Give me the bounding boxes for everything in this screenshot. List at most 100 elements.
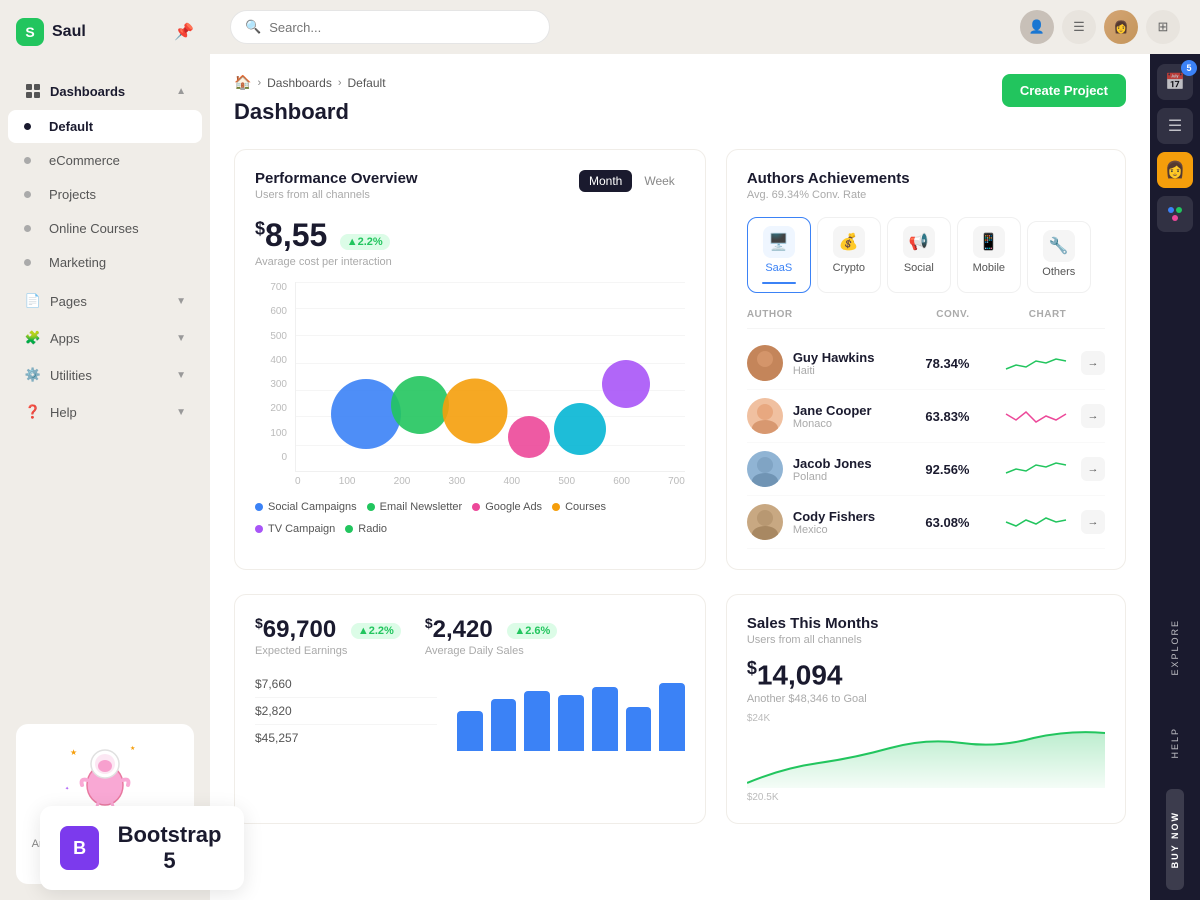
nav-dot (24, 259, 31, 266)
create-project-button[interactable]: Create Project (1002, 74, 1126, 107)
sidebar-item-help[interactable]: ❓ Help ▼ (8, 394, 202, 430)
default-label: Default (49, 119, 93, 134)
earnings-badge: ▲2.2% (351, 623, 401, 639)
topbar-actions: 👤 ☰ 👩 ⊞ (1020, 10, 1180, 44)
explore-side-btn[interactable]: Explore (1166, 597, 1184, 698)
tab-others[interactable]: 🔧 Others (1027, 221, 1091, 293)
topbar-settings-btn[interactable]: ⊞ (1146, 10, 1180, 44)
search-icon: 🔍 (245, 19, 261, 35)
help-side-btn[interactable]: Help (1166, 705, 1184, 781)
earnings-row-2: $2,820 (255, 698, 437, 725)
legend-dot-tv (255, 525, 263, 533)
author-info-jane: Jane Cooper Monaco (747, 398, 892, 434)
bar-6 (626, 707, 652, 751)
chart-jane (969, 404, 1066, 428)
earnings-card: $69,700 ▲2.2% Expected Earnings $2,420 ▲… (234, 594, 706, 824)
sidebar-item-ecommerce[interactable]: eCommerce (8, 144, 202, 177)
explore-label: Explore (1170, 607, 1180, 688)
bottom-row: $69,700 ▲2.2% Expected Earnings $2,420 ▲… (234, 594, 1126, 824)
sidebar-bottom: ★ ★ ✦ Welcome to Saul Anyone can connect… (0, 708, 210, 900)
bar-5 (592, 687, 618, 751)
dashboards-label: Dashboards (50, 84, 125, 99)
app-name: Saul (52, 23, 86, 41)
buynow-side-btn[interactable]: Buy now (1166, 789, 1184, 890)
sidebar-item-online-courses[interactable]: Online Courses (8, 212, 202, 245)
user-profile-btn[interactable]: 👩 (1157, 152, 1193, 188)
y-axis-labels: 700 600 500 400 300 200 100 0 (255, 282, 291, 463)
bubble-blue (331, 379, 401, 449)
x-label-600: 600 (613, 476, 630, 487)
pin-icon[interactable]: 📌 (174, 22, 194, 42)
help-label: Help (50, 405, 77, 420)
chart-guy (969, 351, 1066, 375)
sidebar-item-marketing[interactable]: Marketing (8, 246, 202, 279)
breadcrumb: 🏠 › Dashboards › Default (234, 74, 386, 91)
conv-guy: 78.34% (892, 356, 969, 371)
color-picker-btn[interactable] (1157, 196, 1193, 232)
calendar-wrapper[interactable]: 📅 5 (1157, 64, 1193, 100)
legend-label-google: Google Ads (485, 501, 542, 513)
x-label-100: 100 (339, 476, 356, 487)
social-icon-box: 📢 (903, 226, 935, 258)
week-button[interactable]: Week (634, 170, 684, 192)
tab-crypto[interactable]: 💰 Crypto (817, 217, 881, 293)
avatar-image: 👩 (1114, 20, 1129, 34)
content-area: 🏠 › Dashboards › Default Dashboard Creat… (210, 54, 1200, 900)
view-arrow-jacob[interactable]: → (1081, 457, 1105, 481)
astronaut-illustration: ★ ★ ✦ (60, 740, 150, 810)
avatar[interactable]: 👩 (1104, 10, 1138, 44)
view-arrow-jane[interactable]: → (1081, 404, 1105, 428)
tab-social[interactable]: 📢 Social (887, 217, 951, 293)
breadcrumb-sep: › (257, 77, 261, 89)
view-col-jacob: → (1066, 457, 1105, 481)
legend-label-tv: TV Campaign (268, 523, 335, 535)
sidebar-item-dashboards[interactable]: Dashboards ▲ (8, 73, 202, 109)
authors-tabs: 🖥️ SaaS 💰 Crypto 📢 Social (747, 217, 1105, 293)
home-icon[interactable]: 🏠 (234, 74, 251, 91)
search-input[interactable] (269, 20, 535, 35)
bubble-cyan (554, 403, 606, 455)
topbar-avatar-btn[interactable]: 👤 (1020, 10, 1054, 44)
avatar-jacob (747, 451, 783, 487)
crypto-icon-box: 💰 (833, 226, 865, 258)
sidebar-item-pages[interactable]: 📄 Pages ▼ (8, 283, 202, 319)
chart-jacob (969, 457, 1066, 481)
search-box[interactable]: 🔍 (230, 10, 550, 44)
sidebar-item-apps[interactable]: 🧩 Apps ▼ (8, 320, 202, 356)
pages-icon: 📄 (24, 292, 42, 310)
sidebar-item-utilities[interactable]: ⚙️ Utilities ▼ (8, 357, 202, 393)
view-col-guy: → (1066, 351, 1105, 375)
y-label-0: 0 (281, 452, 287, 463)
saas-icon-box: 🖥️ (763, 226, 795, 258)
breadcrumb-default[interactable]: Default (348, 76, 386, 90)
authors-subtitle: Avg. 69.34% Conv. Rate (747, 189, 910, 201)
apps-label: Apps (50, 331, 80, 346)
author-location-guy: Haiti (793, 365, 875, 377)
breadcrumb-dashboards[interactable]: Dashboards (267, 76, 332, 90)
logo-icon: S (16, 18, 44, 46)
legend-courses: Courses (552, 501, 606, 513)
tab-mobile[interactable]: 📱 Mobile (957, 217, 1021, 293)
view-arrow-guy[interactable]: → (1081, 351, 1105, 375)
y-label-400: 400 (270, 355, 287, 366)
dashboards-icon (24, 82, 42, 100)
topbar-menu-btn[interactable]: ☰ (1062, 10, 1096, 44)
page-title: Dashboard (234, 99, 386, 125)
menu-icon-btn[interactable]: ☰ (1157, 108, 1193, 144)
sidebar-item-default[interactable]: Default (8, 110, 202, 143)
month-button[interactable]: Month (579, 170, 632, 192)
sales-y-labels: $24K (747, 713, 1105, 724)
bubble-yellow (442, 378, 507, 443)
y-label-500: 500 (270, 331, 287, 342)
stat-label: Avarage cost per interaction (255, 256, 685, 268)
sidebar-item-projects[interactable]: Projects (8, 178, 202, 211)
nav-dot-active (24, 123, 31, 130)
nav-dot (24, 157, 31, 164)
author-name-guy: Guy Hawkins (793, 350, 875, 365)
earnings-daily: $2,420 ▲2.6% Average Daily Sales (425, 615, 558, 657)
tab-saas[interactable]: 🖥️ SaaS (747, 217, 811, 293)
conv-jane: 63.83% (892, 409, 969, 424)
earnings-rows: $7,660 $2,820 $45,257 (255, 671, 437, 751)
view-arrow-cody[interactable]: → (1081, 510, 1105, 534)
earnings-value: $69,700 ▲2.2% (255, 615, 401, 644)
